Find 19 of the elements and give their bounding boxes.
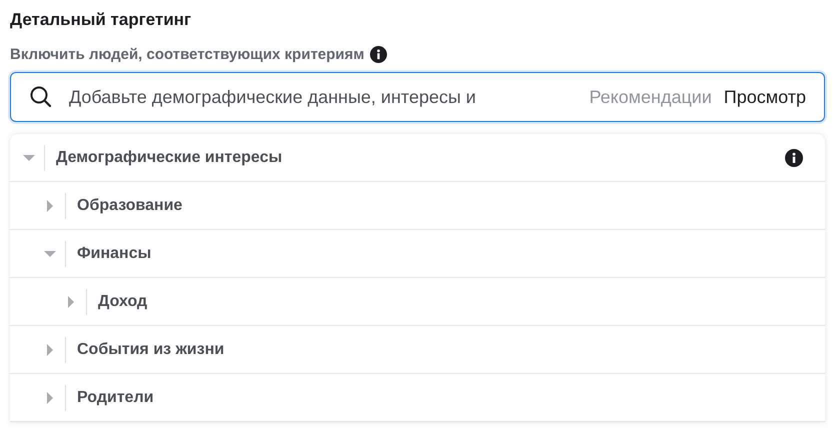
tree-row[interactable]: Родители [10, 374, 825, 422]
tree-row[interactable]: События из жизни [10, 326, 825, 374]
category-label: Доход [98, 292, 148, 310]
info-icon[interactable] [785, 148, 803, 166]
search-icon [29, 85, 53, 109]
category-label: Родители [77, 388, 155, 406]
section-title: Детальный таргетинг [10, 9, 192, 31]
tree-row[interactable]: Доход [10, 278, 825, 326]
category-label: Демографические интересы [56, 148, 284, 166]
search-field[interactable]: Добавьте демографические данные, интересы и Рекомендации Просмотр [10, 72, 825, 122]
tree-row[interactable]: Демографические интересы [10, 134, 825, 182]
info-icon[interactable] [370, 46, 388, 62]
category-label: Образование [77, 196, 184, 214]
search-tab[interactable]: Просмотр [724, 86, 806, 108]
tree-row[interactable]: Образование [10, 182, 825, 230]
tree-row[interactable]: Финансы [10, 230, 825, 278]
section-subtitle: Включить людей, соответствующих критериям [10, 46, 364, 62]
category-label: События из жизни [77, 340, 226, 358]
category-label: Финансы [77, 244, 152, 262]
